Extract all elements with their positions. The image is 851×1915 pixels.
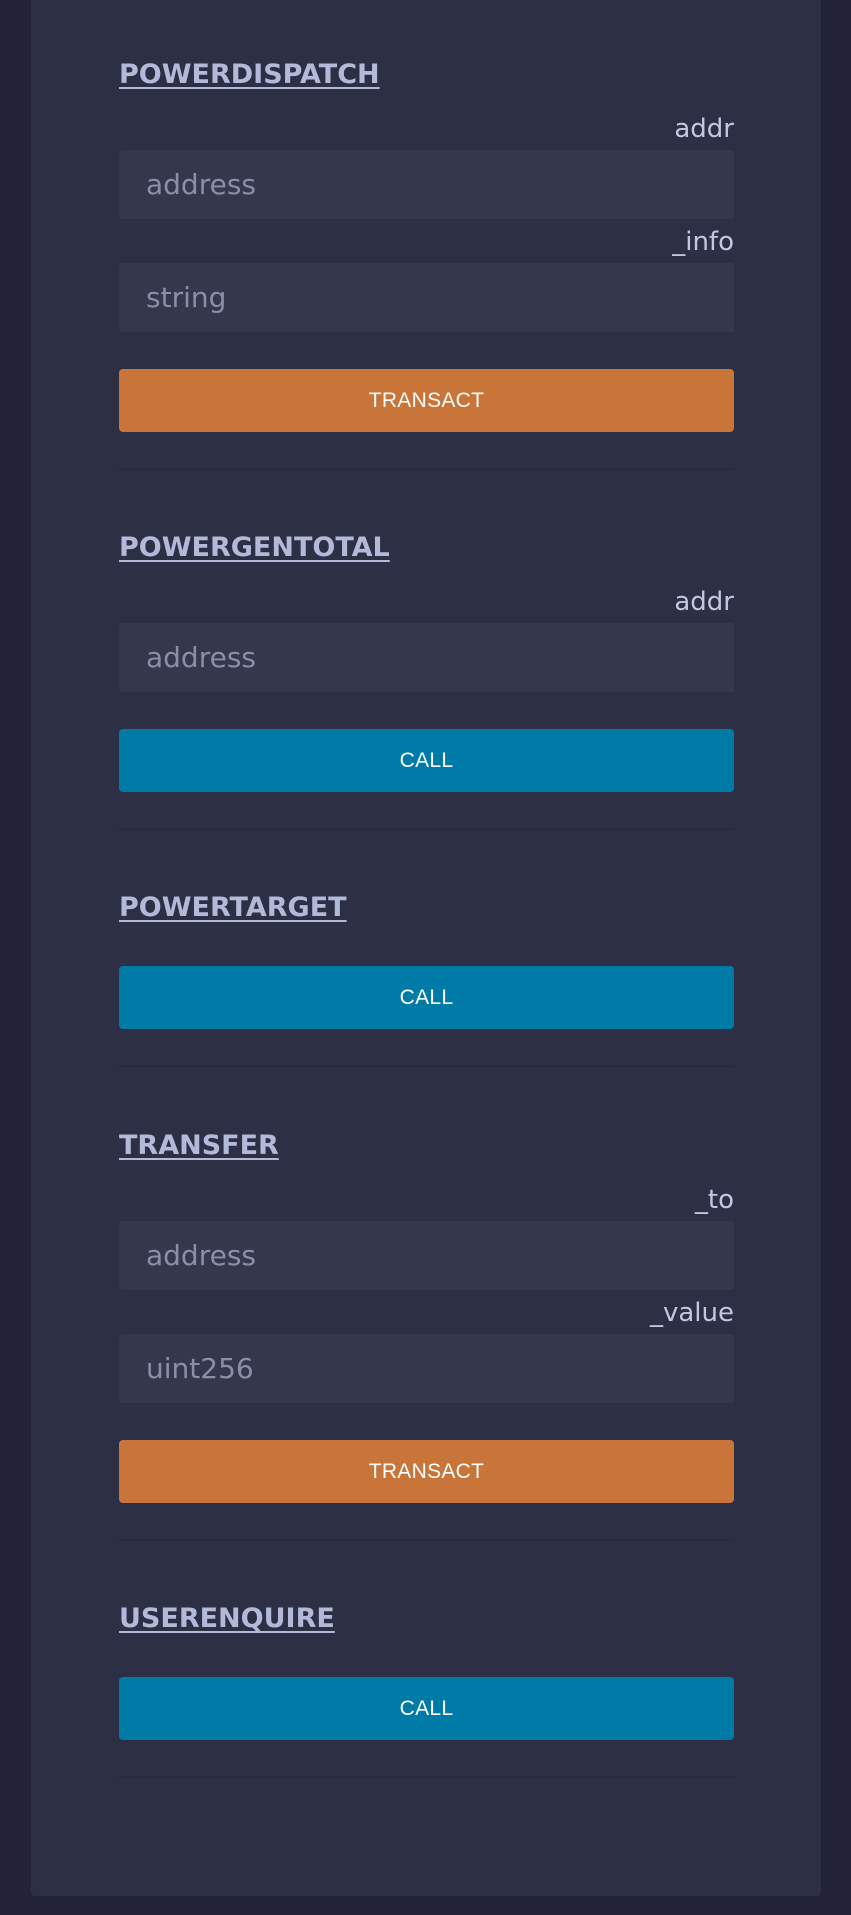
divider <box>119 468 734 470</box>
function-title: USERENQUIRE <box>119 1603 335 1634</box>
addr-input[interactable] <box>119 623 734 692</box>
userenquire-call-button[interactable]: CALL <box>119 1677 734 1740</box>
param-label-to: _to <box>694 1185 734 1215</box>
info-input[interactable] <box>119 263 734 332</box>
param-label-addr: addr <box>674 114 734 144</box>
function-title: POWERDISPATCH <box>119 59 380 90</box>
divider <box>119 828 734 830</box>
param-label-info: _info <box>672 227 734 257</box>
function-title: TRANSFER <box>119 1130 279 1161</box>
addr-input[interactable] <box>119 150 734 219</box>
divider <box>119 1539 734 1541</box>
to-input[interactable] <box>119 1221 734 1290</box>
powerdispatch-transact-button[interactable]: TRANSACT <box>119 369 734 432</box>
param-label-value: _value <box>649 1298 734 1328</box>
function-title: POWERTARGET <box>119 892 347 923</box>
contract-functions-panel: POWERDISPATCH addr _info TRANSACT POWERG… <box>31 0 821 1896</box>
value-input[interactable] <box>119 1334 734 1403</box>
divider <box>119 1776 734 1778</box>
divider <box>119 1065 734 1067</box>
function-title: POWERGENTOTAL <box>119 532 390 563</box>
powergentotal-call-button[interactable]: CALL <box>119 729 734 792</box>
transfer-transact-button[interactable]: TRANSACT <box>119 1440 734 1503</box>
param-label-addr: addr <box>674 587 734 617</box>
powertarget-call-button[interactable]: CALL <box>119 966 734 1029</box>
